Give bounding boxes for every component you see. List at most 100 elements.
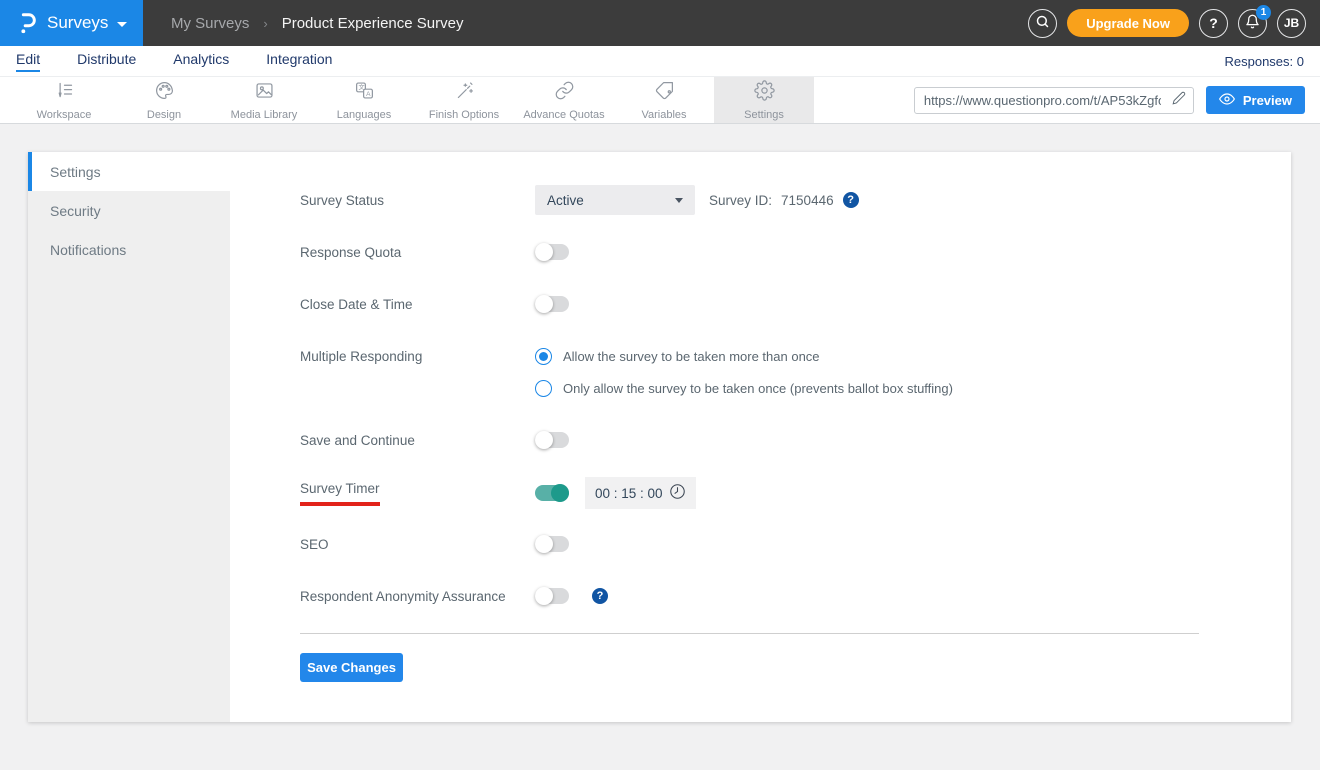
anonymity-help-icon[interactable]: ? [592,588,608,604]
response-quota-toggle[interactable] [535,243,569,261]
edit-toolbar: Workspace Design Media Library 文A Langua… [0,76,1320,124]
radio-only-once-label: Only allow the survey to be taken once (… [563,381,953,396]
help-button[interactable]: ? [1199,8,1228,38]
survey-timer-label: Survey Timer [300,481,380,506]
gear-icon [753,79,775,106]
toggle-knob [535,431,553,449]
toggle-knob [535,243,553,261]
clock-icon [669,483,686,503]
toolbar-tab-advance-quotas[interactable]: Advance Quotas [514,77,614,123]
section-nav: Edit Distribute Analytics Integration Re… [0,46,1320,76]
survey-id-value: 7150446 [781,192,834,208]
tab-analytics[interactable]: Analytics [173,51,229,72]
svg-text:文: 文 [358,83,364,91]
breadcrumb-separator-icon: › [263,15,268,31]
avatar[interactable]: JB [1277,8,1306,38]
anonymity-row: Respondent Anonymity Assurance ? [300,581,1291,611]
top-header: Surveys My Surveys › Product Experience … [0,0,1320,46]
search-button[interactable] [1028,8,1058,38]
tab-distribute[interactable]: Distribute [77,51,136,72]
header-actions: Upgrade Now ? 1 JB [1028,4,1320,38]
notification-badge: 1 [1256,4,1271,20]
anonymity-label: Respondent Anonymity Assurance [300,588,506,604]
radio-only-once[interactable]: Only allow the survey to be taken once (… [535,380,953,397]
toolbar-tab-media-library[interactable]: Media Library [214,77,314,123]
toolbar-tab-finish-options[interactable]: Finish Options [414,77,514,123]
save-and-continue-label: Save and Continue [300,432,415,448]
seo-toggle[interactable] [535,535,569,553]
survey-id-label: Survey ID: [709,192,773,208]
chevron-down-icon [675,197,683,203]
form-divider [300,633,1199,634]
image-icon [254,80,275,106]
edit-url-button[interactable] [1165,88,1193,113]
response-quota-label: Response Quota [300,244,402,260]
product-switcher[interactable]: Surveys [0,0,143,46]
save-and-continue-toggle[interactable] [535,431,569,449]
translate-icon: 文A [354,80,375,106]
radio-allow-multiple-label: Allow the survey to be taken more than o… [563,349,820,364]
wand-icon [454,80,475,106]
toggle-knob [535,295,553,313]
radio-icon [535,348,552,365]
survey-id-help-icon[interactable]: ? [842,192,859,208]
close-date-label: Close Date & Time [300,296,413,312]
settings-sidebar: Settings Security Notifications [28,152,230,722]
product-name: Surveys [47,13,109,32]
seo-label: SEO [300,536,329,552]
survey-url-input[interactable] [914,92,1165,108]
toolbar-tab-variables[interactable]: Variables [614,77,714,123]
close-date-row: Close Date & Time [300,289,1291,319]
save-changes-button[interactable]: Save Changes [300,653,403,682]
svg-text:A: A [366,90,371,97]
survey-status-value: Active [547,192,584,208]
link-icon [554,80,575,106]
radio-icon [535,380,552,397]
toolbar-tab-languages[interactable]: 文A Languages [314,77,414,123]
survey-timer-value: 00 : 15 : 00 [595,485,663,501]
questionpro-logo-icon [16,10,38,36]
close-date-toggle[interactable] [535,295,569,313]
settings-form: Survey Status Active Survey ID: 7150446 … [230,152,1291,722]
toolbar-tab-workspace[interactable]: Workspace [14,77,114,123]
pencil-icon [1172,91,1186,110]
response-quota-row: Response Quota [300,237,1291,267]
survey-status-select[interactable]: Active [535,185,695,215]
workspace-icon [54,80,75,106]
breadcrumb-my-surveys[interactable]: My Surveys [171,15,249,32]
responses-count: Responses: 0 [1224,53,1305,69]
tab-edit[interactable]: Edit [16,51,41,72]
survey-timer-row: Survey Timer 00 : 15 : 00 [300,477,1291,509]
toggle-knob [535,535,553,553]
settings-card: Settings Security Notifications Survey S… [28,152,1291,722]
toggle-knob [535,587,553,605]
save-and-continue-row: Save and Continue [300,425,1291,455]
anonymity-toggle[interactable] [535,587,569,605]
radio-allow-multiple[interactable]: Allow the survey to be taken more than o… [535,348,953,365]
notifications-button[interactable]: 1 [1238,4,1271,38]
tag-icon [654,80,675,106]
eye-icon [1218,91,1235,110]
sidebar-item-notifications[interactable]: Notifications [28,230,230,269]
page-content: Settings Security Notifications Survey S… [0,124,1320,750]
toolbar-right: Preview [913,77,1320,123]
tab-integration[interactable]: Integration [266,51,332,72]
multiple-responding-label: Multiple Responding [300,349,423,364]
chevron-down-icon [117,21,128,27]
multiple-responding-row: Multiple Responding Allow the survey to … [300,341,1291,403]
upgrade-now-button[interactable]: Upgrade Now [1067,9,1189,37]
survey-timer-toggle[interactable] [535,484,569,502]
sidebar-item-settings[interactable]: Settings [28,152,230,191]
seo-row: SEO [300,529,1291,559]
toolbar-tab-design[interactable]: Design [114,77,214,123]
survey-status-label: Survey Status [300,192,385,208]
breadcrumb-survey-title: Product Experience Survey [281,14,464,32]
toolbar-tab-settings[interactable]: Settings [714,77,814,123]
survey-timer-duration-field[interactable]: 00 : 15 : 00 [585,477,696,509]
preview-button[interactable]: Preview [1205,86,1305,114]
survey-timer-label-wrap: Survey Timer [300,481,535,506]
search-icon [1035,14,1050,32]
survey-id-group: Survey ID: 7150446 ? [709,192,859,208]
sidebar-item-security[interactable]: Security [28,191,230,230]
palette-icon [154,80,175,106]
